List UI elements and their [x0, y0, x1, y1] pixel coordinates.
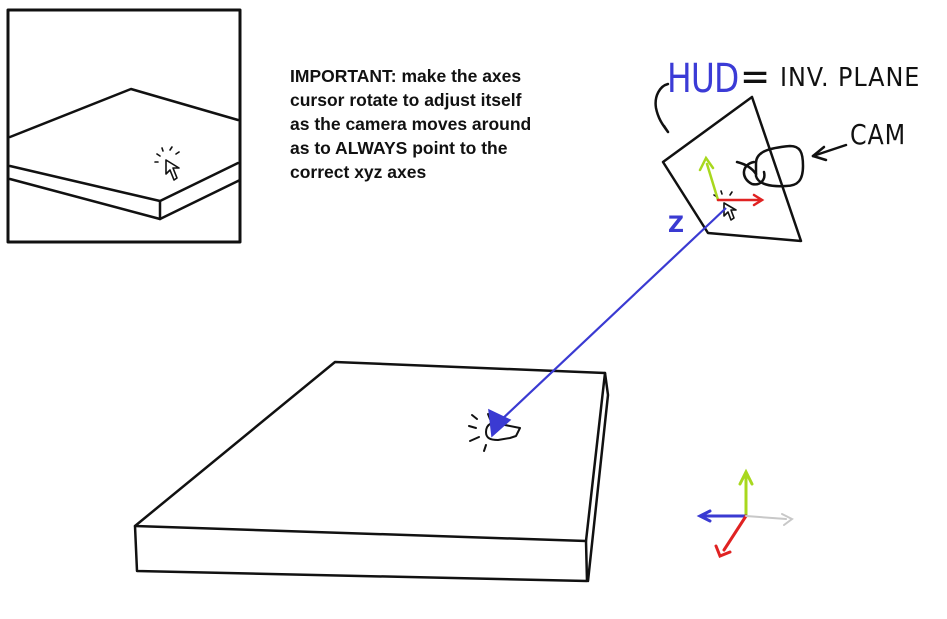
orientation-gizmo: [696, 468, 794, 558]
note-line: correct xyz axes: [290, 162, 427, 182]
main-slab: [133, 360, 610, 583]
note-line: as the camera moves around: [290, 114, 532, 134]
note-line: cursor rotate to adjust itself: [290, 90, 522, 110]
note-line: IMPORTANT: make the axes: [290, 66, 522, 86]
equals-label: =: [740, 54, 771, 100]
z-axis-label: Z: [668, 213, 684, 238]
gizmo-x-axis: [722, 514, 748, 552]
note-line: as to ALWAYS point to the: [290, 138, 508, 158]
important-note: IMPORTANT: make the axes cursor rotate t…: [290, 64, 620, 184]
inset-cursor-icon: [154, 146, 180, 181]
hud-label: HUD: [667, 56, 739, 102]
cam-arrow: [811, 143, 848, 162]
inset-slab: [8, 87, 242, 221]
gizmo-neg-x-axis: [745, 515, 787, 520]
hud-axes-gizmo: [698, 155, 765, 207]
sketch-canvas: IMPORTANT: make the axes cursor rotate t…: [0, 0, 947, 619]
inset-frame: [6, 8, 242, 244]
hud-y-axis: [705, 162, 720, 202]
inv-plane-label: INV. PLANE: [780, 63, 921, 93]
cam-label: CAM: [850, 118, 906, 151]
inset-panel: [6, 8, 242, 244]
